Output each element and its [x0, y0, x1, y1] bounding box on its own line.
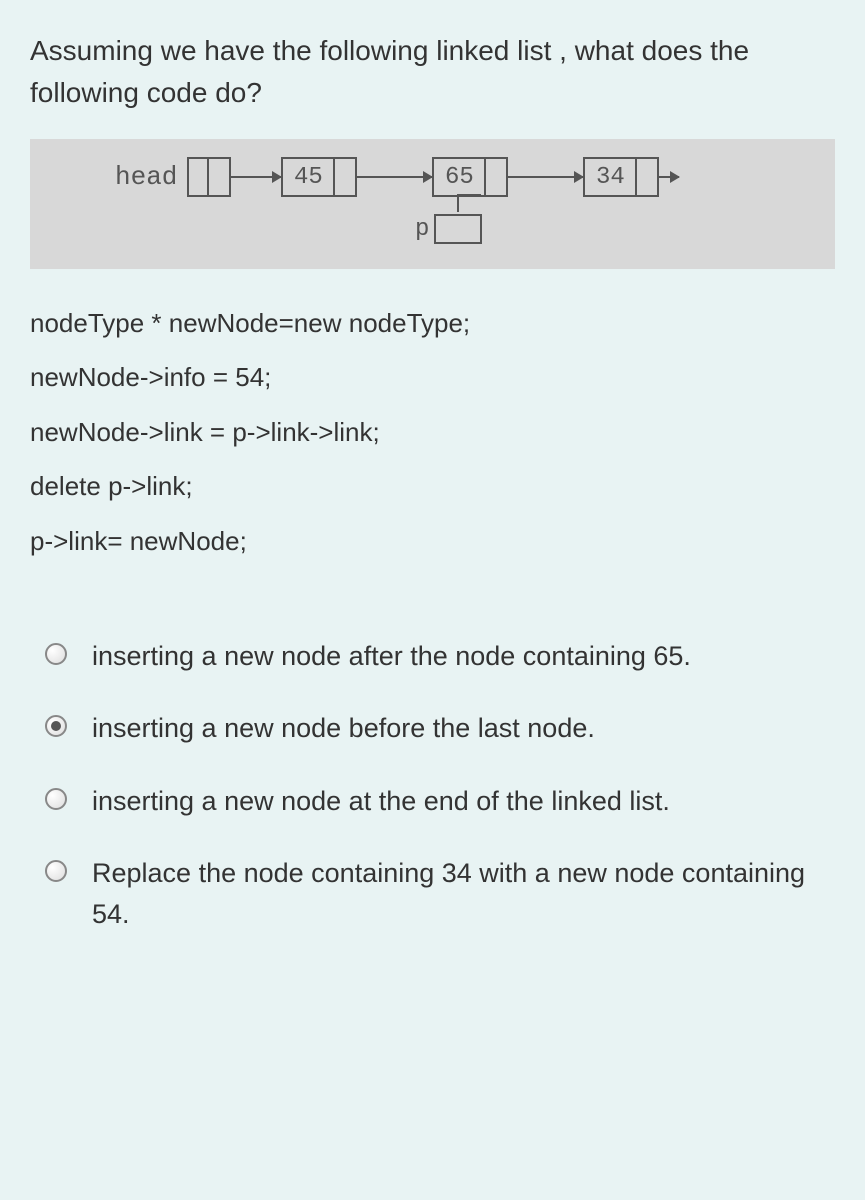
linked-list-diagram: head 45 65 34 p: [30, 139, 835, 269]
option-d[interactable]: Replace the node containing 34 with a ne…: [45, 853, 835, 934]
code-block: nodeType * newNode=new nodeType; newNode…: [30, 299, 835, 566]
head-label: head: [115, 162, 177, 192]
arrow-icon: [231, 176, 281, 178]
option-b[interactable]: inserting a new node before the last nod…: [45, 708, 835, 749]
options-group: inserting a new node after the node cont…: [45, 636, 835, 935]
code-line-3: newNode->link = p->link->link;: [30, 408, 835, 457]
radio-icon[interactable]: [45, 715, 67, 737]
p-arrow-connector: [457, 194, 481, 196]
code-line-5: p->link= newNode;: [30, 517, 835, 566]
option-d-text: Replace the node containing 34 with a ne…: [92, 853, 835, 934]
arrow-icon: [508, 176, 583, 178]
option-c[interactable]: inserting a new node at the end of the l…: [45, 781, 835, 822]
code-line-4: delete p->link;: [30, 462, 835, 511]
radio-icon[interactable]: [45, 860, 67, 882]
option-a-text: inserting a new node after the node cont…: [92, 636, 691, 677]
node-65: 65: [432, 157, 508, 197]
radio-icon[interactable]: [45, 788, 67, 810]
option-a[interactable]: inserting a new node after the node cont…: [45, 636, 835, 677]
p-label: p: [415, 216, 429, 243]
option-b-text: inserting a new node before the last nod…: [92, 708, 595, 749]
arrow-icon: [357, 176, 432, 178]
node-34: 34: [583, 157, 659, 197]
p-box: [434, 214, 482, 244]
p-pointer: p: [415, 214, 482, 244]
arrow-icon: [659, 176, 679, 178]
head-node: [187, 157, 231, 197]
code-line-2: newNode->info = 54;: [30, 353, 835, 402]
question-text: Assuming we have the following linked li…: [30, 30, 835, 114]
code-line-1: nodeType * newNode=new nodeType;: [30, 299, 835, 348]
p-arrow-connector: [457, 194, 459, 212]
node-45: 45: [281, 157, 357, 197]
radio-icon[interactable]: [45, 643, 67, 665]
option-c-text: inserting a new node at the end of the l…: [92, 781, 670, 822]
